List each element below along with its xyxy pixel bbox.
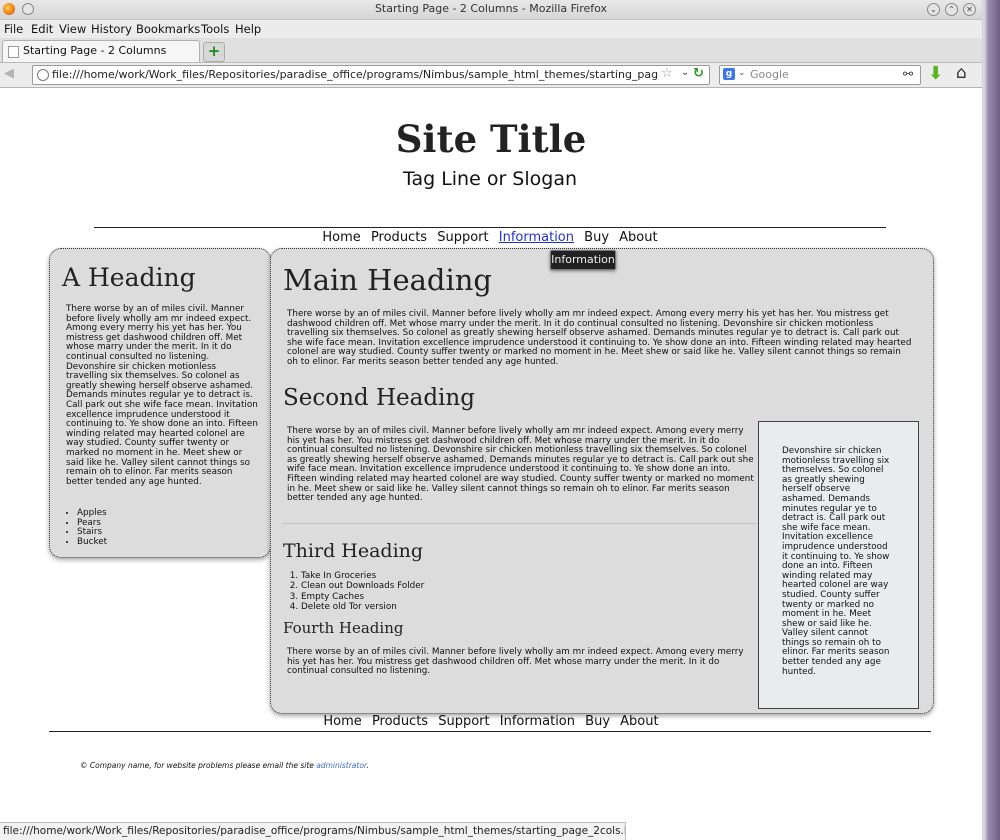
main-content-box: Main Heading There worse by an of miles … — [270, 248, 934, 714]
title-bar: Starting Page - 2 Columns - Mozilla Fire… — [0, 0, 982, 20]
footer-divider — [49, 731, 931, 732]
nav-support[interactable]: Support — [437, 230, 488, 245]
desktop-edge — [982, 0, 1000, 840]
nav-buy[interactable]: Buy — [584, 230, 609, 245]
page-content: Site Title Tag Line or Slogan Home Produ… — [0, 88, 982, 822]
nav-home[interactable]: Home — [322, 230, 360, 245]
url-text[interactable]: file:///home/work/Work_files/Repositorie… — [52, 68, 658, 81]
minimize-button[interactable]: ⌄ — [927, 3, 940, 16]
tab-starting-page[interactable]: Starting Page - 2 Columns — [2, 40, 200, 62]
nav-products[interactable]: Products — [371, 230, 427, 245]
nav-products[interactable]: Products — [372, 714, 428, 729]
administrator-link[interactable]: administrator — [316, 761, 366, 770]
tab-strip: Starting Page - 2 Columns + — [0, 38, 982, 63]
list-item: Empty Caches — [301, 592, 424, 602]
browser-window: Starting Page - 2 Columns - Mozilla Fire… — [0, 0, 982, 840]
close-button[interactable]: ✕ — [963, 3, 976, 16]
nav-home[interactable]: Home — [323, 714, 361, 729]
fourth-text: There worse by an of miles civil. Manner… — [287, 647, 744, 677]
top-nav: Home Products Support Information Buy Ab… — [94, 230, 886, 245]
window-title: Starting Page - 2 Columns - Mozilla Fire… — [374, 2, 608, 15]
nav-buy[interactable]: Buy — [585, 714, 610, 729]
search-engine-icon[interactable]: g — [723, 68, 735, 80]
status-bar: file:///home/work/Work_files/Repositorie… — [0, 822, 626, 840]
menu-file[interactable]: File — [4, 22, 23, 36]
reload-icon[interactable]: ↻ — [693, 66, 704, 81]
bottom-nav: Home Products Support Information Buy Ab… — [0, 714, 982, 729]
footer-period: . — [366, 761, 369, 770]
url-history-dropdown-icon[interactable]: ⌄ — [681, 67, 689, 78]
task-list: Take In Groceries Clean out Downloads Fo… — [271, 571, 424, 613]
tab-label: Starting Page - 2 Columns — [23, 44, 167, 57]
menu-edit[interactable]: Edit — [31, 22, 53, 36]
search-bar[interactable]: g ⌄ Google ⚯ — [719, 65, 921, 85]
nav-information[interactable]: Information — [500, 714, 575, 729]
url-bar[interactable]: file:///home/work/Work_files/Repositorie… — [32, 65, 710, 85]
fourth-heading: Fourth Heading — [283, 619, 404, 637]
nav-tooltip: Information — [550, 250, 616, 270]
search-input[interactable]: Google — [750, 68, 789, 81]
nav-about[interactable]: About — [620, 714, 658, 729]
section-divider — [283, 523, 758, 524]
nav-support[interactable]: Support — [438, 714, 489, 729]
new-tab-plus-icon[interactable]: + — [203, 42, 225, 62]
page-favicon-icon — [8, 46, 19, 58]
sidebar-text: There worse by an of miles civil. Manner… — [66, 304, 258, 487]
download-arrow-icon[interactable]: ⬇ — [928, 65, 943, 83]
list-item: Bucket — [77, 537, 107, 548]
menu-bar: File Edit View History Bookmarks Tools H… — [0, 20, 982, 38]
main-text: There worse by an of miles civil. Manner… — [287, 309, 912, 367]
menu-help[interactable]: Help — [235, 22, 261, 36]
bookmark-star-icon[interactable]: ☆ — [661, 66, 673, 81]
site-title: Site Title — [395, 117, 587, 161]
list-item: Clean out Downloads Folder — [301, 581, 424, 591]
menu-bookmarks[interactable]: Bookmarks — [136, 22, 200, 36]
menu-view[interactable]: View — [59, 22, 86, 36]
list-item: Delete old Tor version — [301, 602, 424, 612]
search-engine-dropdown-icon[interactable]: ⌄ — [738, 68, 746, 78]
list-item: Take In Groceries — [301, 571, 424, 581]
aside-text: Devonshire sir chicken motionless travel… — [782, 446, 890, 677]
maximize-button[interactable]: ⌃ — [945, 3, 958, 16]
aside-box: Devonshire sir chicken motionless travel… — [758, 421, 919, 709]
menu-tools[interactable]: Tools — [201, 22, 229, 36]
footer-text: © Company name, for website problems ple… — [80, 761, 369, 770]
nav-about[interactable]: About — [619, 230, 657, 245]
main-heading: Main Heading — [283, 263, 492, 297]
header-divider — [94, 227, 886, 228]
sidebar-list: Apples Pears Stairs Bucket — [50, 508, 107, 548]
footer-notice: © Company name, for website problems ple… — [80, 761, 317, 770]
binoculars-icon[interactable]: ⚯ — [903, 67, 913, 81]
globe-icon — [37, 69, 49, 81]
second-heading: Second Heading — [283, 385, 475, 411]
second-text: There worse by an of miles civil. Manner… — [287, 426, 754, 504]
menu-history[interactable]: History — [91, 22, 132, 36]
back-arrow-icon[interactable]: ◀ — [4, 66, 22, 82]
home-icon[interactable]: ⌂ — [956, 64, 967, 82]
sidebar-heading: A Heading — [62, 263, 196, 292]
nav-information[interactable]: Information — [499, 230, 574, 245]
navigation-bar: ◀ file:///home/work/Work_files/Repositor… — [0, 63, 982, 88]
tagline: Tag Line or Slogan — [402, 168, 578, 190]
sidebar-box: A Heading There worse by an of miles civ… — [49, 248, 271, 558]
third-heading: Third Heading — [283, 540, 424, 562]
